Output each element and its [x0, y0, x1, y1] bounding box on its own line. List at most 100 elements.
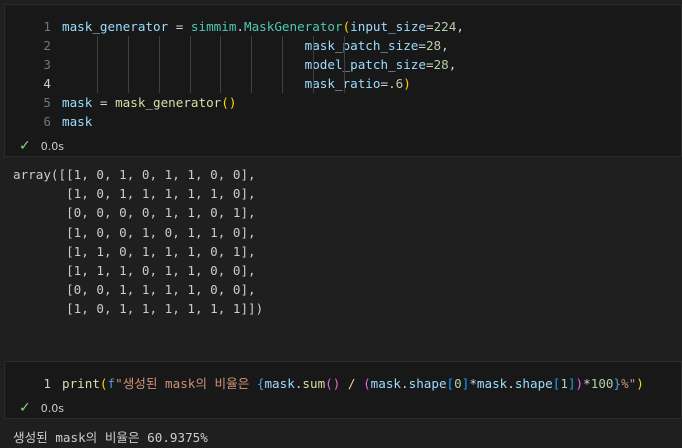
code-token: f	[107, 376, 116, 391]
indent-guide	[282, 74, 283, 93]
code-token: =	[92, 95, 116, 110]
code-token: =	[418, 38, 426, 53]
check-icon: ✓	[19, 400, 31, 416]
code-cell-1[interactable]: 1 mask_generator = simmim.MaskGenerator(i…	[4, 4, 682, 157]
code-text: mask_ratio=.6)	[62, 74, 411, 93]
indent-guide	[97, 74, 98, 93]
code-token: mask_generator	[62, 19, 169, 34]
indent-guide	[313, 74, 314, 93]
code-token: simmim	[190, 19, 237, 34]
indent-guide	[190, 74, 191, 93]
code-token: =	[380, 76, 389, 91]
indent-guide	[97, 36, 98, 55]
code-token: print	[62, 376, 100, 391]
code-token: .	[401, 376, 409, 391]
code-token: *	[469, 376, 477, 391]
indent-guide	[251, 55, 252, 74]
code-token: model_patch_size	[304, 57, 426, 72]
code-token: mask	[62, 95, 93, 110]
code-token: ]	[567, 376, 576, 391]
code-token: ()	[221, 95, 237, 110]
indent-guide	[159, 36, 160, 55]
code-token: ()	[325, 376, 341, 391]
indent-guide	[220, 74, 221, 93]
code-token: 100	[590, 376, 614, 391]
line-number: 1	[43, 376, 51, 391]
indent-guide	[251, 74, 252, 93]
code-token: (	[99, 376, 108, 391]
indent-guide	[97, 55, 98, 74]
code-token: mask	[264, 376, 295, 391]
code-token: /	[340, 376, 364, 391]
code-token: .6	[388, 76, 404, 91]
indent-guide	[344, 36, 345, 55]
code-token: mask_patch_size	[304, 38, 419, 53]
code-text: mask_patch_size=28,	[62, 36, 449, 55]
code-token: 28	[433, 57, 449, 72]
code-text: mask	[62, 112, 92, 131]
execution-time: 0.0s	[40, 401, 64, 415]
indent-guide	[344, 55, 345, 74]
indent-guide	[220, 36, 221, 55]
line-number: 2	[43, 38, 51, 53]
code-text: model_patch_size=28,	[62, 55, 457, 74]
code-token: mask	[62, 114, 93, 129]
indent-guide	[282, 36, 283, 55]
code-token: 1	[560, 376, 568, 391]
code-token: *	[583, 376, 591, 391]
indent-guide	[159, 55, 160, 74]
code-token: (	[363, 376, 371, 391]
code-token: ,	[456, 19, 464, 34]
notebook: 1 mask_generator = simmim.MaskGenerator(i…	[0, 0, 682, 448]
code-token: mask	[476, 376, 508, 391]
indent-guide	[344, 74, 345, 93]
code-text: print(f"생성된 mask의 비율은 {mask.sum() / (mas…	[62, 374, 644, 393]
code-token: ,	[441, 38, 449, 53]
cell-status: ✓ 0.0s	[19, 139, 64, 153]
code-token: input_size	[350, 19, 426, 34]
indent-guide	[128, 74, 129, 93]
code-token: }	[613, 376, 622, 391]
cell-output: array([[1, 0, 1, 0, 1, 1, 0, 0], [1, 0, …	[13, 167, 264, 317]
cell-output: 생성된 mask의 비율은 60.9375%	[13, 430, 208, 445]
indent-guide	[128, 55, 129, 74]
cell-status: ✓ 0.0s	[19, 401, 64, 415]
code-token: =	[168, 19, 191, 34]
code-token: .	[507, 376, 515, 391]
indent-guide	[190, 36, 191, 55]
indent-guide	[190, 55, 191, 74]
code-token: mask_ratio	[304, 76, 381, 91]
code-token: 0	[454, 376, 462, 391]
code-token: 28	[425, 38, 442, 53]
indent-guide	[128, 36, 129, 55]
code-token: )	[403, 76, 411, 91]
code-token: mask_generator	[115, 95, 222, 110]
line-number: 3	[43, 57, 51, 72]
line-number: 5	[43, 95, 51, 110]
code-token: shape	[514, 376, 553, 391]
code-token: )	[636, 376, 644, 391]
code-token: sum	[302, 376, 326, 391]
code-token: [	[446, 376, 455, 391]
indent-guide	[313, 55, 314, 74]
line-number: 1	[43, 19, 51, 34]
code-text: mask = mask_generator()	[62, 93, 236, 112]
code-token: =	[425, 57, 434, 72]
code-token: )	[575, 376, 584, 391]
code-token: .	[236, 19, 244, 34]
execution-time: 0.0s	[40, 139, 64, 153]
code-token: MaskGenerator	[244, 19, 343, 34]
line-number: 4	[43, 76, 51, 91]
code-token: shape	[408, 376, 447, 391]
code-cell-2[interactable]: 1 print(f"생성된 mask의 비율은 {mask.sum() / (ma…	[4, 361, 682, 419]
indent-guide	[220, 55, 221, 74]
code-token: ,	[448, 57, 457, 72]
code-token: %"	[621, 376, 637, 391]
code-token: "생성된 mask의 비율은	[115, 376, 257, 391]
indent-guide	[282, 55, 283, 74]
code-token: 224	[433, 19, 457, 34]
indent-guide	[313, 36, 314, 55]
indent-guide	[159, 74, 160, 93]
